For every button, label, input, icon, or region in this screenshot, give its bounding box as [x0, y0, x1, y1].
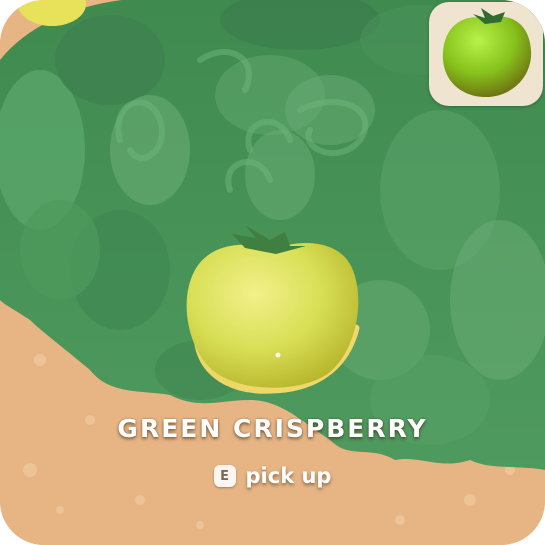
- held-item-slot[interactable]: [429, 2, 543, 106]
- green-crispberry-icon: [442, 8, 532, 98]
- pick-up-action-label: pick up: [245, 464, 332, 488]
- interaction-prompt[interactable]: E pick up: [0, 464, 545, 488]
- game-viewport: GREEN CRISPBERRY E pick up: [0, 0, 545, 545]
- item-name-label: GREEN CRISPBERRY: [117, 414, 428, 443]
- key-hint-badge: E: [213, 465, 236, 487]
